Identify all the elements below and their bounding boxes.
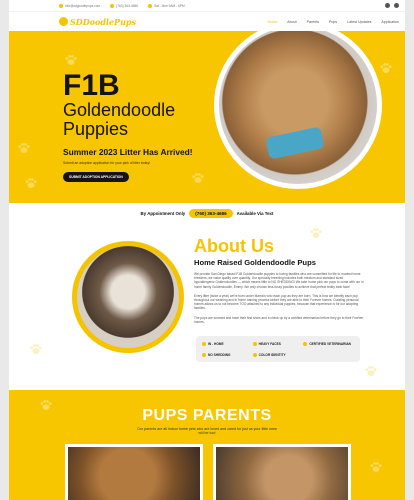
paw-icon bbox=[192, 173, 204, 183]
check-icon bbox=[252, 352, 257, 357]
email-link[interactable]: info@sdgoodlepups.com bbox=[59, 3, 100, 8]
paw-icon bbox=[25, 178, 37, 188]
parents-title: PUPS PARENTS bbox=[142, 407, 272, 424]
mail-icon bbox=[59, 3, 63, 8]
paw-icon bbox=[380, 63, 392, 73]
check-icon bbox=[202, 341, 206, 346]
hero-title-f1b: F1B bbox=[63, 69, 120, 102]
social-links bbox=[385, 3, 399, 8]
check-icon bbox=[252, 341, 257, 346]
nav-item-about[interactable]: About bbox=[287, 20, 296, 24]
hero-title-goldendoodle: Goldendoodle bbox=[63, 100, 176, 120]
check-icon bbox=[303, 341, 308, 346]
nav-item-home[interactable]: Home bbox=[268, 20, 278, 24]
appointment-phone-button[interactable]: (760) 363-4686 bbox=[189, 209, 233, 218]
feature-item: NO SHEDDING bbox=[202, 351, 253, 358]
about-section: About Us Home Raised Goldendoodle Pups W… bbox=[9, 224, 405, 390]
paw-logo-icon bbox=[59, 17, 68, 26]
about-subtitle: Home Raised Goldendoodle Pups bbox=[194, 258, 316, 267]
paw-icon bbox=[18, 143, 30, 153]
hero-puppy-photo bbox=[214, 31, 382, 189]
main-nav: SDDoodlePups Home About Parents Pups Lat… bbox=[9, 11, 405, 31]
hero-small-text: Submit an adoption application for your … bbox=[63, 161, 151, 165]
about-paragraph-3: The pups are wormed and have their first… bbox=[194, 315, 364, 324]
nav-item-pups[interactable]: Pups bbox=[329, 20, 337, 24]
phone-icon bbox=[110, 3, 115, 8]
check-icon bbox=[202, 352, 206, 357]
nav-item-application[interactable]: Application bbox=[381, 20, 399, 24]
paw-icon bbox=[30, 344, 42, 354]
nav-item-latest-updates[interactable]: Latest Updates bbox=[347, 20, 371, 24]
submit-adoption-application-button[interactable]: SUBMIT ADOPTION APPLICATION bbox=[63, 172, 129, 182]
feature-item: HEAVY FACES bbox=[252, 340, 304, 347]
parent-dog-photo-2 bbox=[213, 444, 351, 500]
about-paragraph-2: Every litter (twice a year) we're born u… bbox=[194, 293, 359, 311]
hero-title-puppies: Puppies bbox=[63, 119, 129, 139]
paw-icon bbox=[365, 366, 377, 376]
nav-menu: Home About Parents Pups Latest Updates A… bbox=[268, 20, 399, 24]
appointment-text: By Appointment Only bbox=[140, 211, 186, 216]
phone-link[interactable]: (760) 363-4686 bbox=[110, 3, 138, 8]
hero-section: F1B Goldendoodle Puppies Summer 2023 Lit… bbox=[9, 31, 405, 203]
parents-section: PUPS PARENTS Our parents are all indoor … bbox=[9, 390, 405, 500]
page: info@sdgoodlepups.com (760) 363-4686 Sat… bbox=[9, 0, 405, 500]
bowtie-shape bbox=[265, 126, 325, 160]
paw-icon bbox=[370, 462, 382, 472]
about-puppy-photo bbox=[72, 241, 184, 353]
appointment-strip: By Appointment Only (760) 363-4686 Avail… bbox=[9, 203, 405, 224]
feature-item: COLOR IDENTITY bbox=[252, 351, 304, 358]
clock-icon bbox=[147, 3, 152, 8]
appointment-text-after: Available Via Text bbox=[236, 211, 274, 216]
parents-text: Our parents are all indoor home pets who… bbox=[137, 427, 277, 436]
site-logo[interactable]: SDDoodlePups bbox=[59, 17, 136, 27]
facebook-icon[interactable] bbox=[385, 3, 390, 8]
about-paragraph-1: We provide San Diego based F1B Goldendoo… bbox=[194, 272, 364, 289]
hero-subtitle: Summer 2023 Litter Has Arrived! bbox=[63, 147, 193, 157]
parent-dog-photo-1 bbox=[65, 444, 203, 500]
paw-icon bbox=[65, 55, 77, 65]
hours-text: Sat - Mon 9AM - 6PM bbox=[147, 3, 185, 8]
instagram-icon[interactable] bbox=[394, 3, 399, 8]
feature-item: IN - HOME bbox=[202, 340, 253, 347]
top-contact-bar: info@sdgoodlepups.com (760) 363-4686 Sat… bbox=[9, 0, 405, 11]
feature-item: CERTIFIED VETERINARIAN bbox=[303, 340, 354, 347]
hero-text: F1B Goldendoodle Puppies Summer 2023 Lit… bbox=[63, 71, 193, 183]
about-text: About Us Home Raised Goldendoodle Pups W… bbox=[194, 237, 364, 324]
features-box: IN - HOME HEAVY FACES CERTIFIED VETERINA… bbox=[196, 336, 360, 362]
nav-item-parents[interactable]: Parents bbox=[307, 20, 319, 24]
about-title: About Us bbox=[194, 236, 274, 256]
